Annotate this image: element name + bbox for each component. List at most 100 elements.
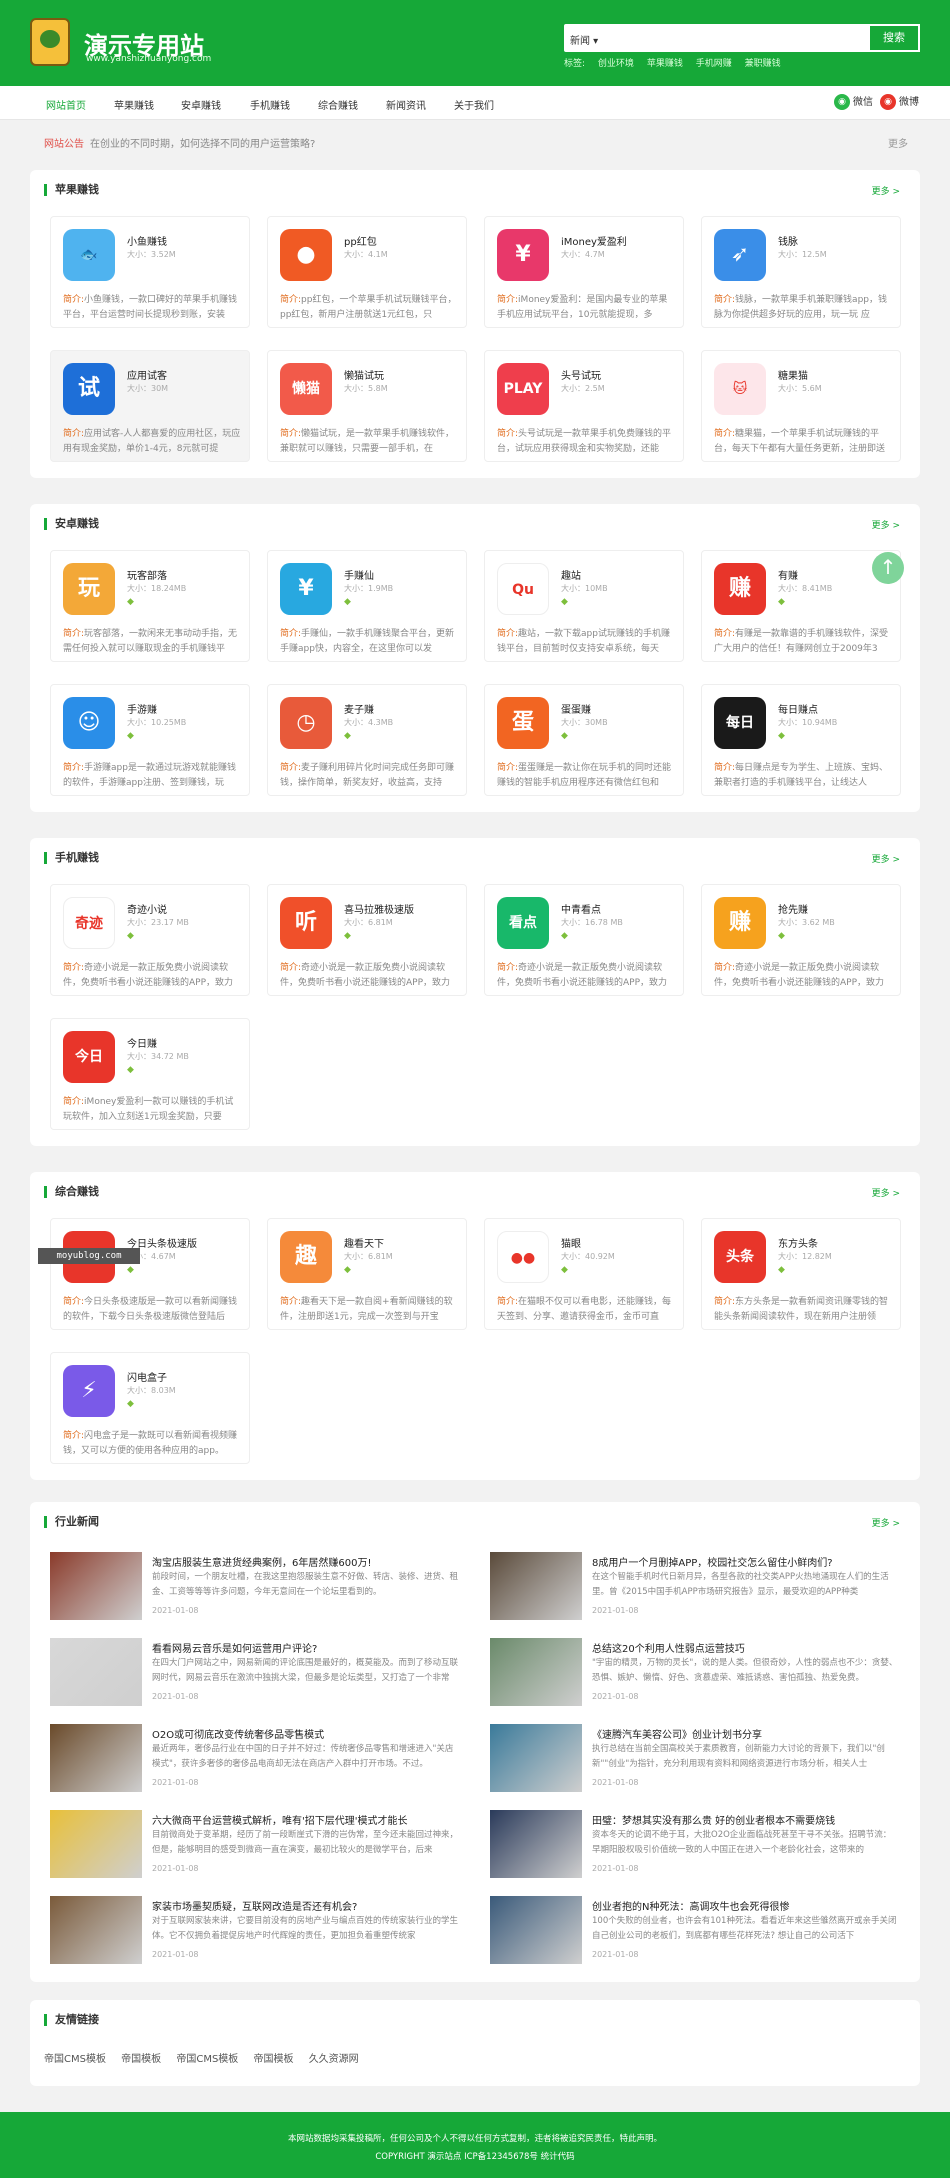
- news-item[interactable]: O2O或可彻底改变传统奢侈品零售模式 最近两年，奢侈品行业在中国的日子并不好过：传…: [50, 1724, 460, 1796]
- app-desc: 简介:iMoney爱盈利：是国内最专业的苹果手机应用试玩平台，10元就能提现，多: [497, 295, 668, 320]
- app-card[interactable]: 🐟 小鱼赚钱 大小：3.52M 简介:小鱼赚钱，一款口碑好的苹果手机赚钱平台，平台运…: [50, 216, 250, 328]
- app-card[interactable]: 玩 玩客部落 大小：18.24MB ◆ 简介:玩客部落，一款闲来无事动动手指，无需任何…: [50, 550, 250, 662]
- app-card[interactable]: 看点 中青看点 大小：16.78 MB ◆ 简介:奇迹小说是一款正版免费小说阅读软件，…: [484, 884, 684, 996]
- back-to-top-button[interactable]: ↑: [872, 552, 904, 584]
- nav-item-home[interactable]: 网站首页: [46, 97, 86, 112]
- app-card[interactable]: ◷ 麦子赚 大小：4.3MB ◆ 简介:麦子赚利用碎片化时间完成任务即可赚钱，操作简单，…: [267, 684, 467, 796]
- section-more-link[interactable]: 更多 >: [872, 852, 900, 865]
- friend-link[interactable]: 帝国CMS模板: [176, 2054, 238, 2065]
- app-card[interactable]: 🐱 糖果猫 大小：5.6M 简介:糖果猫，一个苹果手机试玩赚钱的平台，每天下午都有大…: [701, 350, 901, 462]
- news-item[interactable]: 看看网易云音乐是如何运营用户评论? 在四大门户网站之中，网易新闻的评论底围是最好的…: [50, 1638, 460, 1710]
- app-desc: 简介:蛋蛋赚是一款让你在玩手机的同时还能赚钱的智能手机应用程序还有微信红包和: [497, 763, 672, 788]
- friend-link[interactable]: 帝国模板: [254, 2054, 294, 2065]
- notice-more-link[interactable]: 更多: [888, 135, 908, 150]
- app-card[interactable]: 懒猫 懒猫试玩 大小：5.8M 简介:懒猫试玩，是一款苹果手机赚钱软件，兼职就可以赚…: [267, 350, 467, 462]
- app-card[interactable]: 奇迹 奇迹小说 大小：23.17 MB ◆ 简介:奇迹小说是一款正版免费小说阅读软件，…: [50, 884, 250, 996]
- search-button[interactable]: 搜索: [868, 24, 920, 52]
- news-thumbnail[interactable]: [490, 1724, 582, 1792]
- app-card[interactable]: 头条 东方头条 大小：12.82M ◆ 简介:东方头条是一款看新闻资讯赚零钱的智能头条…: [701, 1218, 901, 1330]
- app-card[interactable]: ⚡ 闪电盒子 大小：8.03M ◆ 简介:闪电盒子是一款既可以看新闻看视频赚钱，又可以…: [50, 1352, 250, 1464]
- app-card[interactable]: ● pp红包 大小：4.1M 简介:pp红包，一个苹果手机试玩赚钱平台，pp红包，新…: [267, 216, 467, 328]
- app-card[interactable]: Qu 趣站 大小：10MB ◆ 简介:趣站，一款下载app试玩赚钱的手机赚钱平台，目前…: [484, 550, 684, 662]
- news-item[interactable]: 六大微商平台运营模式解析，唯有'招下层代理'模式才能长 目前微商处于变革期，经历了…: [50, 1810, 460, 1882]
- android-icon: ◆: [127, 1399, 134, 1409]
- friend-link[interactable]: 帝国CMS模板: [44, 2054, 106, 2065]
- news-thumbnail[interactable]: [50, 1552, 142, 1620]
- app-card[interactable]: ¥ 手赚仙 大小：1.9MB ◆ 简介:手赚仙，一款手机赚钱聚合平台，更新手赚app快，…: [267, 550, 467, 662]
- news-item[interactable]: 总结这20个利用人性弱点运营技巧 "宇宙的精灵，万物的灵长"，说的是人类。但很奇妙…: [490, 1638, 900, 1710]
- app-card[interactable]: 蛋 蛋蛋赚 大小：30MB ◆ 简介:蛋蛋赚是一款让你在玩手机的同时还能赚钱的智能手机…: [484, 684, 684, 796]
- news-item[interactable]: 《速腾汽车美容公司》创业计划书分享 执行总结在当前全国高校关于素质教育，创新能力大…: [490, 1724, 900, 1796]
- nav-item-mobile[interactable]: 手机赚钱: [250, 97, 290, 112]
- news-title[interactable]: 淘宝店服装生意进货经典案例，6年居然赚600万!: [152, 1554, 371, 1569]
- friend-link[interactable]: 帝国模板: [121, 2054, 161, 2065]
- news-item[interactable]: 淘宝店服装生意进货经典案例，6年居然赚600万! 前段时间，一个朋友吐槽，在我这里…: [50, 1552, 460, 1624]
- search-input[interactable]: [608, 28, 828, 48]
- app-card[interactable]: 赚 有赚 大小：8.41MB ◆ 简介:有赚是一款靠谱的手机赚钱软件，深受广大用户的信任…: [701, 550, 901, 662]
- news-title[interactable]: 看看网易云音乐是如何运营用户评论?: [152, 1640, 317, 1655]
- news-desc: "宇宙的精灵，万物的灵长"，说的是人类。但很奇妙，人性的弱点也不少：贪婪、恐惧、…: [592, 1658, 898, 1683]
- section-more-link[interactable]: 更多 >: [872, 518, 900, 531]
- news-thumbnail[interactable]: [490, 1552, 582, 1620]
- app-card[interactable]: 试 应用试客 大小：30M 简介:应用试客-人人都喜爱的应用社区，玩应用有现金奖励，…: [50, 350, 250, 462]
- app-card[interactable]: ¥ iMoney爱盈利 大小：4.7M 简介:iMoney爱盈利：是国内最专业的苹果…: [484, 216, 684, 328]
- search-category-select[interactable]: 新闻 ▾: [570, 32, 598, 47]
- news-title[interactable]: 田璧：梦想其实没有那么贵 好的创业者根本不需要烧钱: [592, 1812, 835, 1827]
- tag-link[interactable]: 苹果赚钱: [647, 59, 683, 69]
- weibo-link[interactable]: ◉ 微博: [880, 94, 919, 112]
- nav-item-apple[interactable]: 苹果赚钱: [114, 97, 154, 112]
- news-thumbnail[interactable]: [490, 1810, 582, 1878]
- app-desc: 简介:每日赚点是专为学生、上班族、宝妈、兼职者打造的手机赚钱平台，让线达人: [714, 763, 889, 788]
- news-title[interactable]: 总结这20个利用人性弱点运营技巧: [592, 1640, 745, 1655]
- app-card[interactable]: 今日 今日赚 大小：34.72 MB ◆ 简介:iMoney爱盈利一款可以赚钱的手机试…: [50, 1018, 250, 1130]
- news-item[interactable]: 家装市场墨契质疑，互联网改造是否还有机会? 对于互联网家装来讲，它要目前没有的房地…: [50, 1896, 460, 1968]
- app-card[interactable]: 头条今日头条极速版大小：4.67M ◆简介:今日头条极速版是一款可以看新闻赚钱的…: [50, 1218, 250, 1330]
- app-card[interactable]: 趣 趣看天下 大小：6.81M ◆ 简介:趣看天下是一款自阅+看新闻赚钱的软件，注册即…: [267, 1218, 467, 1330]
- app-card[interactable]: 赚 抢先赚 大小：3.62 MB ◆ 简介:奇迹小说是一款正版免费小说阅读软件，免费听…: [701, 884, 901, 996]
- news-item[interactable]: 8成用户一个月删掉APP，校园社交怎么留住小鲜肉们? 在这个智能手机时代日新月异，…: [490, 1552, 900, 1624]
- desc-label: 简介:: [63, 963, 85, 973]
- app-size: 大小：30MB: [561, 718, 608, 727]
- app-card[interactable]: 每日 每日赚点 大小：10.94MB ◆ 简介:每日赚点是专为学生、上班族、宝妈、兼职者…: [701, 684, 901, 796]
- news-title[interactable]: 创业者抱的N种死法：高调攻牛也会死得很惨: [592, 1898, 789, 1913]
- app-card[interactable]: ☺ 手游赚 大小：10.25MB ◆ 简介:手游赚app是一款通过玩游戏就能赚钱的软件，…: [50, 684, 250, 796]
- nav-item-android[interactable]: 安卓赚钱: [181, 97, 221, 112]
- news-thumbnail[interactable]: [50, 1896, 142, 1964]
- news-thumbnail[interactable]: [50, 1638, 142, 1706]
- news-title[interactable]: O2O或可彻底改变传统奢侈品零售模式: [152, 1726, 324, 1741]
- nav-item-about[interactable]: 关于我们: [454, 97, 494, 112]
- app-icon: ¥: [497, 229, 549, 281]
- news-item[interactable]: 创业者抱的N种死法：高调攻牛也会死得很惨 100个失败的创业者，也许会有101种死…: [490, 1896, 900, 1968]
- bag-logo-icon[interactable]: [30, 18, 70, 66]
- app-icon: ⚡: [63, 1365, 115, 1417]
- app-card[interactable]: 听 喜马拉雅极速版 大小：6.81M ◆ 简介:奇迹小说是一款正版免费小说阅读软件，免…: [267, 884, 467, 996]
- news-title[interactable]: 8成用户一个月删掉APP，校园社交怎么留住小鲜肉们?: [592, 1554, 833, 1569]
- news-thumbnail[interactable]: [50, 1724, 142, 1792]
- friend-link[interactable]: 久久资源网: [309, 2054, 359, 2065]
- news-thumbnail[interactable]: [490, 1896, 582, 1964]
- news-title[interactable]: 《速腾汽车美容公司》创业计划书分享: [592, 1726, 762, 1741]
- app-card[interactable]: PLAY 头号试玩 大小：2.5M 简介:头号试玩是一款苹果手机免费赚钱的平台，试玩…: [484, 350, 684, 462]
- app-size: 大小：40.92M: [561, 1252, 615, 1261]
- app-name: 糖果猫: [778, 371, 808, 382]
- desc-label: 简介:: [280, 295, 302, 305]
- news-title[interactable]: 家装市场墨契质疑，互联网改造是否还有机会?: [152, 1898, 357, 1913]
- platform-icons: ◆: [127, 1065, 134, 1075]
- nav-item-news[interactable]: 新闻资讯: [386, 97, 426, 112]
- news-more-link[interactable]: 更多 >: [872, 1516, 900, 1529]
- notice-bar[interactable]: 网站公告 在创业的不同时期，如何选择不同的用户运营策略?: [44, 135, 315, 150]
- news-thumbnail[interactable]: [50, 1810, 142, 1878]
- section-more-link[interactable]: 更多 >: [872, 1186, 900, 1199]
- news-item[interactable]: 田璧：梦想其实没有那么贵 好的创业者根本不需要烧钱 资本冬天的论调不绝于耳，大批O…: [490, 1810, 900, 1882]
- nav-item-general[interactable]: 综合赚钱: [318, 97, 358, 112]
- news-thumbnail[interactable]: [490, 1638, 582, 1706]
- app-size: 大小：1.9MB: [344, 584, 394, 593]
- wechat-link[interactable]: ◉ 微信: [834, 94, 873, 112]
- news-title[interactable]: 六大微商平台运营模式解析，唯有'招下层代理'模式才能长: [152, 1812, 408, 1827]
- tag-link[interactable]: 兼职赚钱: [745, 59, 781, 69]
- app-card[interactable]: ➶ 钱脉 大小：12.5M 简介:钱脉，一款苹果手机兼职赚钱app，钱脉为你提供超多…: [701, 216, 901, 328]
- section-more-link[interactable]: 更多 >: [872, 184, 900, 197]
- app-card[interactable]: ●● 猫眼 大小：40.92M ◆ 简介:在猫眼不仅可以看电影，还能赚钱，每天签到、分…: [484, 1218, 684, 1330]
- tag-link[interactable]: 手机网赚: [696, 59, 732, 69]
- tag-link[interactable]: 创业环境: [598, 59, 634, 69]
